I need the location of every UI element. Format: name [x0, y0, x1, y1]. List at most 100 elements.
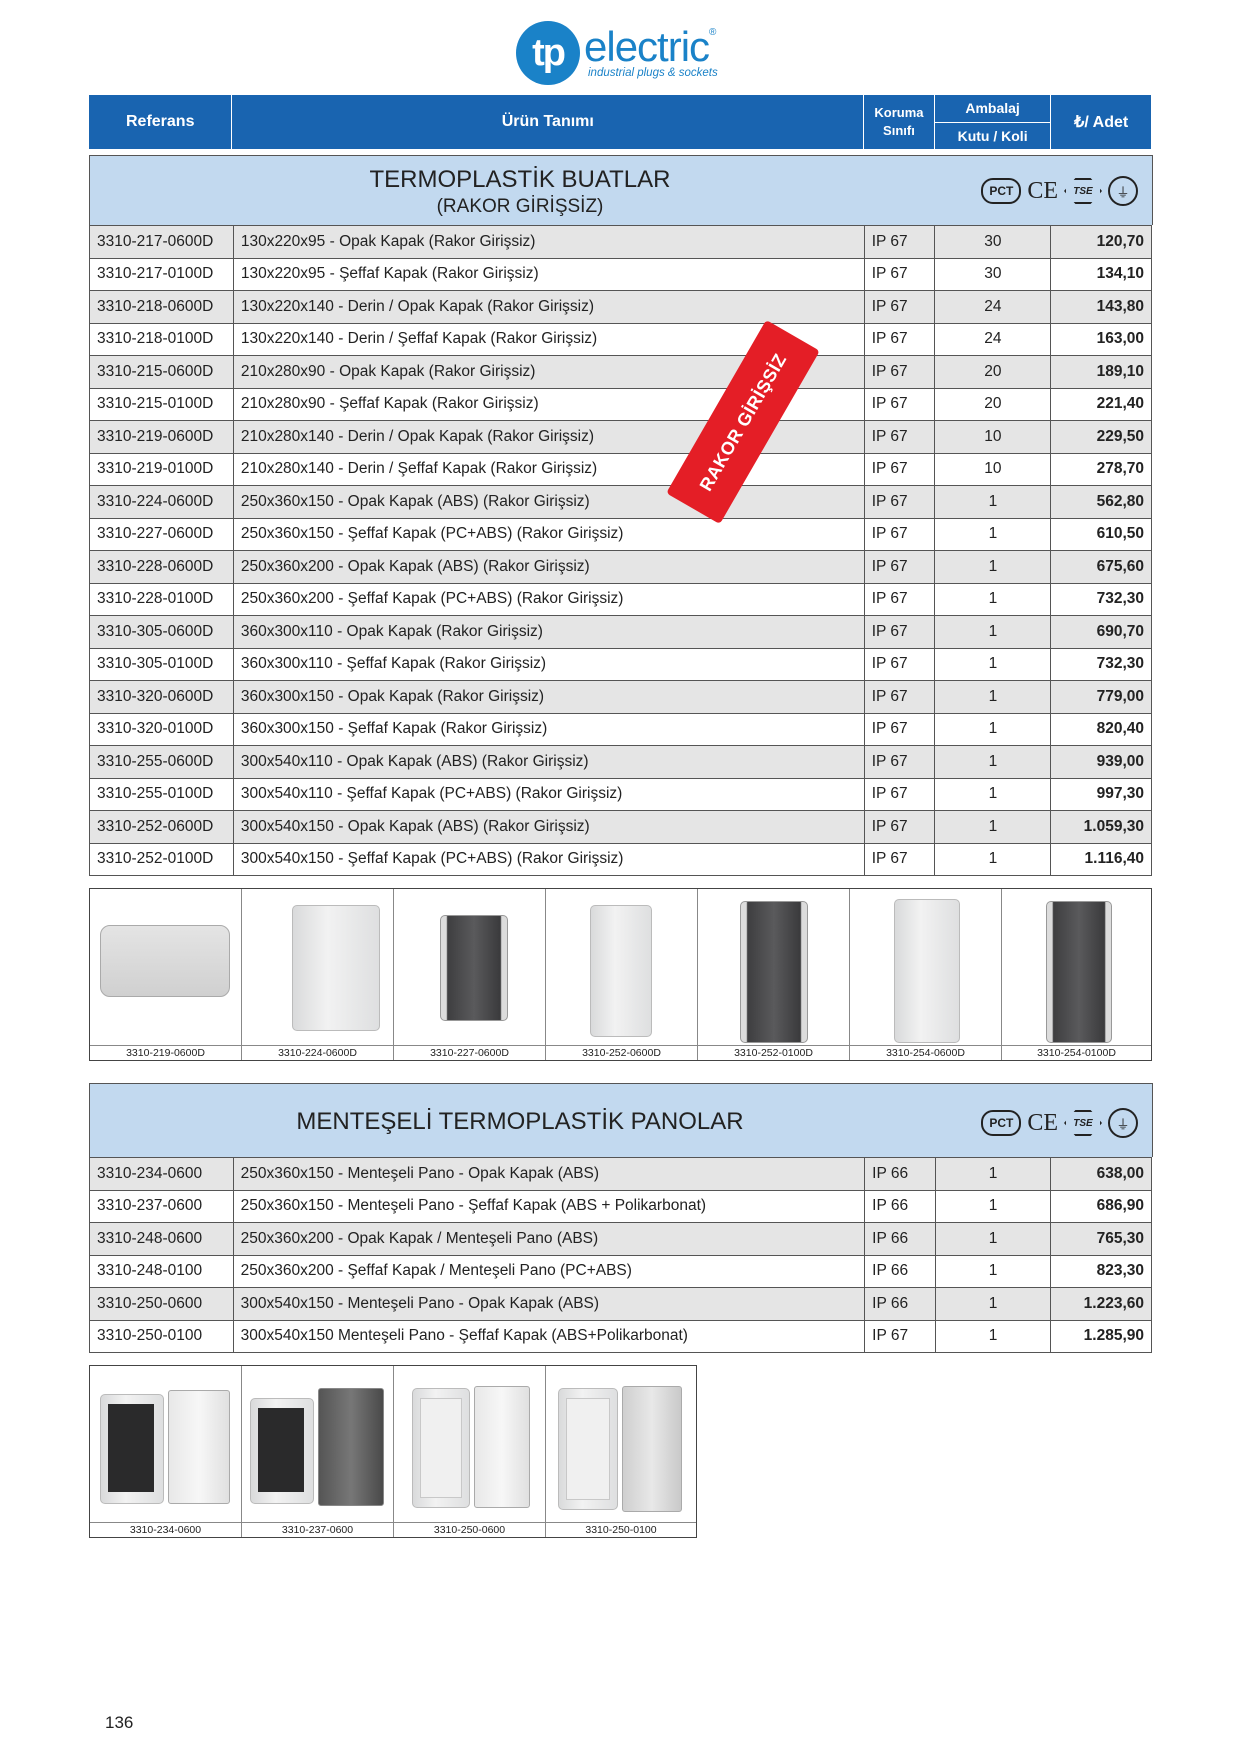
- ref-cell: 3310-320-0600D: [89, 680, 234, 714]
- table-row: 3310-255-0100D 300x540x110 - Şeffaf Kapak…: [89, 777, 1152, 811]
- gallery-item: 3310-250-0600: [394, 1366, 546, 1537]
- packaging-cell: 24: [934, 322, 1052, 356]
- tse-cert-icon: TSE: [1064, 1110, 1102, 1136]
- packaging-cell: 1: [934, 550, 1052, 584]
- table-row: 3310-228-0100D 250x360x200 - Şeffaf Kapak…: [89, 582, 1152, 616]
- price-cell: 134,10: [1050, 257, 1152, 291]
- section-panolar-heading: MENTEŞELİ TERMOPLASTİK PANOLAR PCT CE TS…: [89, 1083, 1153, 1157]
- description-cell: 360x300x150 - Opak Kapak (Rakor Girişsiz…: [232, 680, 865, 714]
- product-image: [1046, 901, 1112, 1043]
- protection-cell: IP 67: [863, 452, 936, 486]
- header-protection: Koruma Sınıfı: [864, 95, 935, 149]
- packaging-cell: 1: [934, 1157, 1052, 1191]
- price-cell: 143,80: [1050, 290, 1152, 324]
- table-row: 3310-248-0100 250x360x200 - Şeffaf Kapak …: [89, 1254, 1152, 1288]
- table-row: 3310-320-0100D 360x300x150 - Şeffaf Kapak…: [89, 712, 1152, 746]
- product-image: [590, 905, 652, 1037]
- table-row: 3310-255-0600D 300x540x110 - Opak Kapak (…: [89, 745, 1152, 779]
- buatlar-gallery: 3310-219-0600D 3310-224-0600D 3310-227-0…: [89, 888, 1152, 1061]
- gallery-item: 3310-224-0600D: [242, 889, 394, 1060]
- description-cell: 360x300x110 - Opak Kapak (Rakor Girişsiz…: [232, 615, 865, 649]
- description-cell: 300x540x150 Menteşeli Pano - Şeffaf Kapa…: [232, 1319, 866, 1353]
- protection-cell: IP 67: [863, 647, 936, 681]
- table-row: 3310-250-0100 300x540x150 Menteşeli Pano …: [89, 1319, 1152, 1353]
- description-cell: 250x360x200 - Şeffaf Kapak / Menteşeli P…: [232, 1254, 866, 1288]
- ground-cert-icon: ⏚: [1108, 1108, 1138, 1138]
- gallery-caption: 3310-219-0600D: [90, 1045, 241, 1060]
- product-image-door: [168, 1390, 230, 1504]
- gallery-caption: 3310-252-0100D: [698, 1045, 849, 1060]
- header-protection-line2: Sınıfı: [883, 123, 915, 138]
- gallery-caption: 3310-224-0600D: [242, 1045, 393, 1060]
- buatlar-table: 3310-217-0600D 130x220x95 - Opak Kapak (R…: [89, 225, 1152, 876]
- table-row: 3310-218-0600D 130x220x140 - Derin / Opak…: [89, 290, 1152, 324]
- ref-cell: 3310-215-0600D: [89, 355, 234, 389]
- ref-cell: 3310-252-0100D: [89, 842, 234, 876]
- ref-cell: 3310-248-0100: [89, 1254, 234, 1288]
- packaging-cell: 10: [934, 420, 1052, 454]
- product-image: [100, 925, 230, 997]
- description-cell: 210x280x90 - Opak Kapak (Rakor Girişsiz): [232, 355, 865, 389]
- gallery-item: 3310-227-0600D: [394, 889, 546, 1060]
- header-packaging-line1: Ambalaj: [934, 95, 1051, 123]
- panolar-table: 3310-234-0600 250x360x150 - Menteşeli Pan…: [89, 1157, 1152, 1353]
- protection-cell: IP 67: [863, 517, 936, 551]
- pct-cert-icon: PCT: [981, 1110, 1022, 1136]
- price-cell: 221,40: [1050, 387, 1152, 421]
- description-cell: 130x220x95 - Şeffaf Kapak (Rakor Girişsi…: [232, 257, 865, 291]
- header-ref: Referans: [89, 95, 233, 149]
- protection-cell: IP 66: [864, 1254, 936, 1288]
- description-cell: 250x360x150 - Şeffaf Kapak (PC+ABS) (Rak…: [232, 517, 865, 551]
- packaging-cell: 1: [934, 842, 1052, 876]
- protection-cell: IP 67: [863, 712, 936, 746]
- packaging-cell: 1: [934, 582, 1052, 616]
- price-cell: 562,80: [1050, 485, 1152, 519]
- price-cell: 732,30: [1050, 582, 1152, 616]
- table-row: 3310-218-0100D 130x220x140 - Derin / Şeff…: [89, 322, 1152, 356]
- protection-cell: IP 67: [863, 257, 936, 291]
- page-number: 136: [105, 1713, 134, 1732]
- price-cell: 229,50: [1050, 420, 1152, 454]
- gallery-item: 3310-252-0600D: [546, 889, 698, 1060]
- packaging-cell: 20: [934, 387, 1052, 421]
- ref-cell: 3310-227-0600D: [89, 517, 234, 551]
- price-cell: 675,60: [1050, 550, 1152, 584]
- table-row: 3310-215-0600D 210x280x90 - Opak Kapak (R…: [89, 355, 1152, 389]
- price-cell: 163,00: [1050, 322, 1152, 356]
- protection-cell: IP 67: [863, 485, 936, 519]
- ce-mark-icon: CE: [1027, 1109, 1058, 1136]
- gallery-item: 3310-237-0600: [242, 1366, 394, 1537]
- price-cell: 690,70: [1050, 615, 1152, 649]
- tse-cert-icon: TSE: [1064, 178, 1102, 204]
- product-image: [292, 905, 380, 1031]
- panolar-gallery: 3310-234-0600 3310-237-0600 3310-250-060…: [89, 1365, 697, 1538]
- table-row: 3310-217-0100D 130x220x95 - Şeffaf Kapak …: [89, 257, 1152, 291]
- product-image-interior: [258, 1408, 304, 1492]
- packaging-cell: 1: [934, 1319, 1052, 1353]
- header-price: ₺/ Adet: [1074, 114, 1129, 131]
- price-cell: 1.116,40: [1050, 842, 1152, 876]
- product-image-door: [318, 1388, 384, 1506]
- price-cell: 686,90: [1050, 1189, 1152, 1223]
- gallery-caption: 3310-250-0100: [546, 1522, 696, 1537]
- packaging-cell: 1: [934, 615, 1052, 649]
- table-row: 3310-237-0600 250x360x150 - Menteşeli Pan…: [89, 1189, 1152, 1223]
- table-row: 3310-227-0600D 250x360x150 - Şeffaf Kapak…: [89, 517, 1152, 551]
- ref-cell: 3310-219-0600D: [89, 420, 234, 454]
- ref-cell: 3310-228-0100D: [89, 582, 234, 616]
- price-cell: 732,30: [1050, 647, 1152, 681]
- header-protection-line1: Koruma: [874, 105, 924, 120]
- description-cell: 250x360x150 - Opak Kapak (ABS) (Rakor Gi…: [232, 485, 865, 519]
- packaging-cell: 1: [934, 1287, 1052, 1321]
- product-image: [440, 915, 508, 1021]
- cert-logos: PCT CE TSE ⏚: [981, 1108, 1138, 1138]
- table-row: 3310-217-0600D 130x220x95 - Opak Kapak (R…: [89, 225, 1152, 259]
- description-cell: 130x220x140 - Derin / Şeffaf Kapak (Rako…: [232, 322, 865, 356]
- ref-cell: 3310-250-0600: [89, 1287, 234, 1321]
- description-cell: 210x280x140 - Derin / Opak Kapak (Rakor …: [232, 420, 865, 454]
- gallery-item: 3310-254-0600D: [850, 889, 1002, 1060]
- product-image-interior: [108, 1404, 154, 1492]
- table-row: 3310-248-0600 250x360x200 - Opak Kapak / …: [89, 1222, 1152, 1256]
- table-header: Referans Ürün Tanımı Koruma Sınıfı Ambal…: [89, 95, 1151, 149]
- description-cell: 300x540x110 - Opak Kapak (ABS) (Rakor Gi…: [232, 745, 865, 779]
